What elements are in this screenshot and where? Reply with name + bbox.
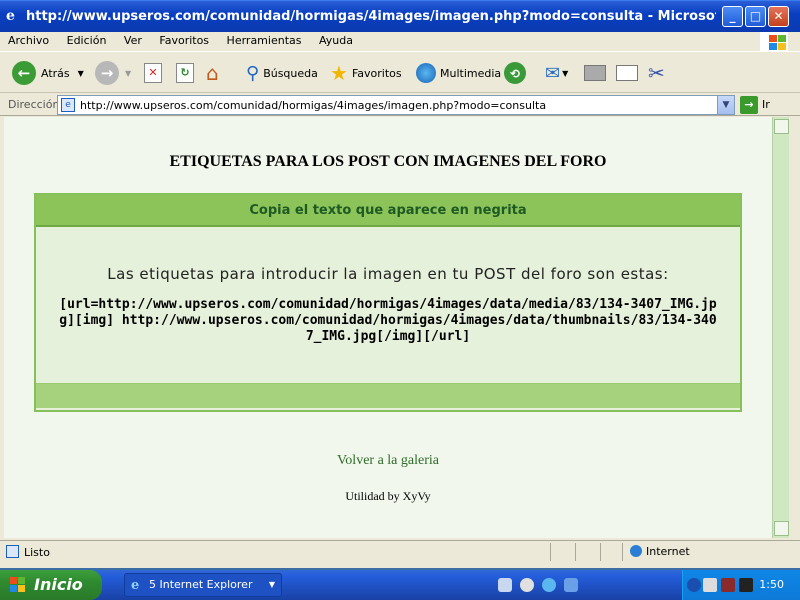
tags-panel: Copia el texto que aparece en negrita La… — [34, 193, 742, 412]
bbcode-text[interactable]: [url=http://www.upseros.com/comunidad/ho… — [58, 297, 718, 345]
tray-icon[interactable] — [739, 578, 753, 592]
standard-toolbar: ← Atrás ▼ → ▼ ✕ ↻ ⌂ ⚲ Búsqueda ★ Favorit… — [0, 53, 800, 93]
status-bar: Listo Internet — [0, 540, 800, 562]
history-icon: ⟲ — [504, 62, 526, 84]
back-button[interactable]: ← Atrás ▼ — [12, 59, 84, 87]
edit-button[interactable] — [616, 59, 638, 87]
stop-button[interactable]: ✕ — [144, 59, 162, 87]
taskbar-task-label: 5 Internet Explorer — [149, 578, 253, 591]
close-button[interactable]: ✕ — [768, 6, 789, 27]
page-title: ETIQUETAS PARA LOS POST CON IMAGENES DEL… — [169, 153, 607, 170]
window-frame — [789, 117, 800, 538]
minimize-button[interactable]: _ — [722, 6, 743, 27]
search-icon: ⚲ — [246, 62, 260, 84]
windows-flag-icon — [10, 577, 26, 593]
menu-archivo[interactable]: Archivo — [2, 32, 55, 49]
system-tray: 1:50 — [682, 570, 800, 600]
mail-button[interactable]: ✉ ▼ — [545, 59, 568, 87]
panel-header: Copia el texto que aparece en negrita — [36, 195, 740, 227]
menu-favoritos[interactable]: Favoritos — [153, 32, 215, 49]
home-icon: ⌂ — [206, 61, 219, 85]
tray-expand-icon[interactable] — [687, 578, 701, 592]
tray-icon[interactable] — [721, 578, 735, 592]
maximize-button[interactable]: □ — [745, 6, 766, 27]
edit-icon — [616, 65, 638, 81]
page-content: ETIQUETAS PARA LOS POST CON IMAGENES DEL… — [4, 117, 772, 538]
address-url[interactable]: http://www.upseros.com/comunidad/hormiga… — [80, 99, 546, 112]
print-button[interactable] — [584, 59, 606, 87]
quicklaunch-icon[interactable] — [520, 578, 534, 592]
ie-logo-icon: e — [6, 8, 15, 24]
scroll-down-arrow[interactable] — [774, 521, 789, 536]
history-button[interactable]: ⟲ — [504, 59, 526, 87]
favorites-label: Favoritos — [351, 66, 402, 80]
status-divider — [550, 543, 551, 561]
vertical-scrollbar[interactable] — [772, 117, 789, 538]
menu-edicion[interactable]: Edición — [61, 32, 113, 49]
star-icon: ★ — [330, 61, 348, 85]
menu-ayuda[interactable]: Ayuda — [313, 32, 359, 49]
go-arrow-icon[interactable]: → — [740, 96, 758, 114]
clock: 1:50 — [759, 578, 784, 591]
chevron-down-icon[interactable]: ▼ — [125, 69, 131, 78]
ie-logo-icon: e — [131, 578, 140, 593]
address-bar: Dirección e http://www.upseros.com/comun… — [0, 94, 800, 116]
chevron-down-icon[interactable]: ▼ — [717, 96, 734, 114]
address-input[interactable]: e http://www.upseros.com/comunidad/hormi… — [57, 95, 735, 115]
cut-button[interactable]: ✂ — [648, 59, 665, 87]
home-button[interactable]: ⌂ — [206, 59, 219, 87]
windows-logo-icon — [760, 32, 788, 52]
globe-icon — [416, 63, 436, 83]
title-bar[interactable]: e http://www.upseros.com/comunidad/hormi… — [0, 0, 800, 32]
menu-bar: Archivo Edición Ver Favoritos Herramient… — [0, 32, 800, 52]
back-label: Atrás — [41, 66, 70, 80]
quicklaunch-icon[interactable] — [542, 578, 556, 592]
chevron-down-icon[interactable]: ▼ — [562, 69, 568, 78]
page-status-icon — [6, 545, 19, 558]
stop-icon: ✕ — [144, 63, 162, 83]
panel-intro: Las etiquetas para introducir la imagen … — [107, 265, 669, 283]
back-to-gallery-link[interactable]: Volver a la galeria — [4, 453, 772, 469]
zone-label: Internet — [646, 545, 690, 558]
refresh-icon: ↻ — [176, 63, 194, 83]
panel-body: Las etiquetas para introducir la imagen … — [36, 227, 740, 383]
page-icon: e — [61, 98, 75, 112]
taskbar: Inicio e 5 Internet Explorer ▼ 1:50 — [0, 570, 800, 600]
print-icon — [584, 65, 606, 81]
media-button[interactable]: Multimedia — [416, 59, 501, 87]
favorites-button[interactable]: ★ Favoritos — [330, 59, 402, 87]
scroll-up-arrow[interactable] — [774, 119, 789, 134]
quicklaunch-icon[interactable] — [564, 578, 578, 592]
tray-icon[interactable] — [703, 578, 717, 592]
status-divider — [575, 543, 576, 561]
menu-ver[interactable]: Ver — [118, 32, 148, 49]
media-label: Multimedia — [440, 66, 502, 80]
security-zone: Internet — [630, 545, 690, 558]
menu-herramientas[interactable]: Herramientas — [221, 32, 308, 49]
quicklaunch-icon[interactable] — [498, 578, 512, 592]
go-button[interactable]: Ir — [762, 98, 770, 111]
globe-icon — [630, 545, 642, 557]
forward-button[interactable]: → ▼ — [95, 59, 131, 87]
chevron-down-icon: ▼ — [268, 580, 275, 589]
search-label: Búsqueda — [263, 66, 318, 80]
mail-icon: ✉ — [545, 62, 561, 84]
ie-window: e http://www.upseros.com/comunidad/hormi… — [0, 0, 800, 568]
address-label: Dirección — [8, 98, 60, 111]
window-title: http://www.upseros.com/comunidad/hormiga… — [26, 9, 716, 24]
refresh-button[interactable]: ↻ — [176, 59, 194, 87]
start-button[interactable]: Inicio — [0, 570, 102, 600]
search-button[interactable]: ⚲ Búsqueda — [246, 59, 318, 87]
panel-footer — [36, 383, 740, 408]
chevron-down-icon[interactable]: ▼ — [78, 69, 84, 78]
forward-arrow-icon: → — [95, 61, 119, 85]
start-label: Inicio — [34, 575, 83, 594]
taskbar-ie-group[interactable]: e 5 Internet Explorer ▼ — [124, 573, 282, 597]
credit-text: Utilidad by XyVy — [345, 489, 431, 503]
status-divider — [600, 543, 601, 561]
back-arrow-icon: ← — [12, 61, 36, 85]
status-divider — [622, 543, 623, 561]
scissors-icon: ✂ — [648, 61, 665, 85]
status-text: Listo — [24, 546, 50, 559]
